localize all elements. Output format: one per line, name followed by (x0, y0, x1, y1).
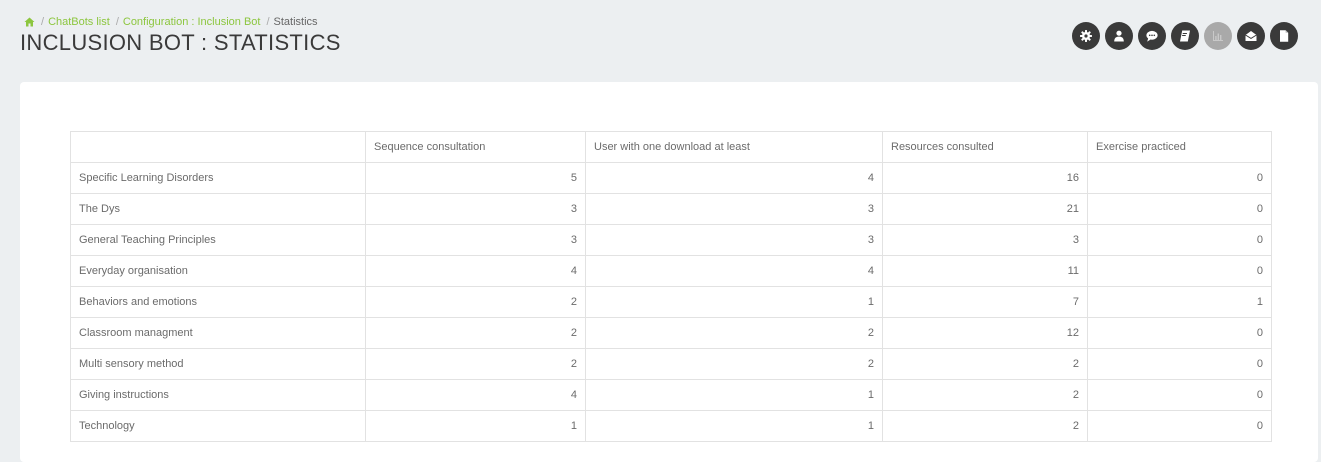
table-row: Everyday organisation 4 4 11 0 (70, 255, 1272, 287)
cell-sequence-consultation: 4 (365, 379, 586, 411)
row-label: Giving instructions (70, 379, 366, 411)
column-header-resources-consulted: Resources consulted (882, 131, 1088, 163)
cell-exercise-practiced: 0 (1087, 255, 1272, 287)
page-title: INCLUSION BOT : STATISTICS (20, 30, 341, 55)
statistics-panel: Sequence consultation User with one down… (20, 82, 1318, 462)
cell-sequence-consultation: 1 (365, 410, 586, 442)
book-icon (1180, 30, 1190, 42)
cell-resources-consulted: 11 (882, 255, 1088, 287)
cell-user-download: 2 (585, 317, 883, 349)
user-icon (1114, 30, 1124, 42)
bar-chart-icon (1213, 31, 1223, 41)
cell-sequence-consultation: 5 (365, 162, 586, 194)
cell-sequence-consultation: 3 (365, 193, 586, 225)
cell-sequence-consultation: 2 (365, 286, 586, 318)
cell-user-download: 4 (585, 255, 883, 287)
row-label: Everyday organisation (70, 255, 366, 287)
breadcrumb-separator: / (266, 16, 270, 28)
cell-exercise-practiced: 0 (1087, 162, 1272, 194)
breadcrumb-separator: / (115, 16, 119, 28)
statistics-table: Sequence consultation User with one down… (70, 131, 1272, 442)
settings-button[interactable] (1072, 22, 1100, 50)
table-row: General Teaching Principles 3 3 3 0 (70, 224, 1272, 256)
cell-user-download: 3 (585, 224, 883, 256)
column-header-user-download: User with one download at least (585, 131, 883, 163)
cell-user-download: 2 (585, 348, 883, 380)
row-label: Classroom managment (70, 317, 366, 349)
cell-resources-consulted: 12 (882, 317, 1088, 349)
breadcrumb-link-chatbots-list[interactable]: ChatBots list (48, 15, 110, 29)
cell-resources-consulted: 2 (882, 379, 1088, 411)
users-button[interactable] (1105, 22, 1133, 50)
cell-resources-consulted: 3 (882, 224, 1088, 256)
cell-resources-consulted: 2 (882, 410, 1088, 442)
table-row: Giving instructions 4 1 2 0 (70, 379, 1272, 411)
chat-bubble-icon (1146, 30, 1158, 42)
export-button[interactable] (1270, 22, 1298, 50)
row-label: General Teaching Principles (70, 224, 366, 256)
row-label: The Dys (70, 193, 366, 225)
cell-exercise-practiced: 0 (1087, 193, 1272, 225)
cell-sequence-consultation: 4 (365, 255, 586, 287)
cell-user-download: 1 (585, 410, 883, 442)
breadcrumb-current: Statistics (273, 16, 318, 28)
cell-user-download: 4 (585, 162, 883, 194)
column-header-exercise-practiced: Exercise practiced (1087, 131, 1272, 163)
table-row: Specific Learning Disorders 5 4 16 0 (70, 162, 1272, 194)
cell-exercise-practiced: 0 (1087, 348, 1272, 380)
cell-sequence-consultation: 2 (365, 317, 586, 349)
cell-sequence-consultation: 2 (365, 348, 586, 380)
toolbar (1072, 22, 1298, 50)
gear-icon (1080, 30, 1092, 42)
cell-sequence-consultation: 3 (365, 224, 586, 256)
row-label: Technology (70, 410, 366, 442)
cell-exercise-practiced: 0 (1087, 317, 1272, 349)
cell-exercise-practiced: 1 (1087, 286, 1272, 318)
cell-user-download: 3 (585, 193, 883, 225)
table-row: Classroom managment 2 2 12 0 (70, 317, 1272, 349)
cell-exercise-practiced: 0 (1087, 379, 1272, 411)
table-row: Multi sensory method 2 2 2 0 (70, 348, 1272, 380)
resources-button[interactable] (1171, 22, 1199, 50)
document-icon (1280, 30, 1289, 42)
breadcrumb-separator: / (41, 16, 45, 28)
home-icon[interactable] (24, 17, 35, 27)
cell-resources-consulted: 2 (882, 348, 1088, 380)
row-label: Specific Learning Disorders (70, 162, 366, 194)
cell-resources-consulted: 21 (882, 193, 1088, 225)
table-row: Behaviors and emotions 2 1 7 1 (70, 286, 1272, 318)
conversations-button[interactable] (1138, 22, 1166, 50)
cell-resources-consulted: 7 (882, 286, 1088, 318)
cell-exercise-practiced: 0 (1087, 410, 1272, 442)
breadcrumb: / ChatBots list / Configuration : Inclus… (24, 15, 318, 29)
table-row: Technology 1 1 2 0 (70, 410, 1272, 442)
statistics-button[interactable] (1204, 22, 1232, 50)
breadcrumb-link-configuration[interactable]: Configuration : Inclusion Bot (123, 15, 261, 29)
cell-resources-consulted: 16 (882, 162, 1088, 194)
row-label: Multi sensory method (70, 348, 366, 380)
column-header-sequence-consultation: Sequence consultation (365, 131, 586, 163)
table-header-row: Sequence consultation User with one down… (70, 131, 1272, 163)
cell-user-download: 1 (585, 379, 883, 411)
mail-open-icon (1245, 31, 1257, 41)
row-label: Behaviors and emotions (70, 286, 366, 318)
cell-exercise-practiced: 0 (1087, 224, 1272, 256)
table-row: The Dys 3 3 21 0 (70, 193, 1272, 225)
cell-user-download: 1 (585, 286, 883, 318)
messages-button[interactable] (1237, 22, 1265, 50)
table-header-corner (70, 131, 366, 163)
